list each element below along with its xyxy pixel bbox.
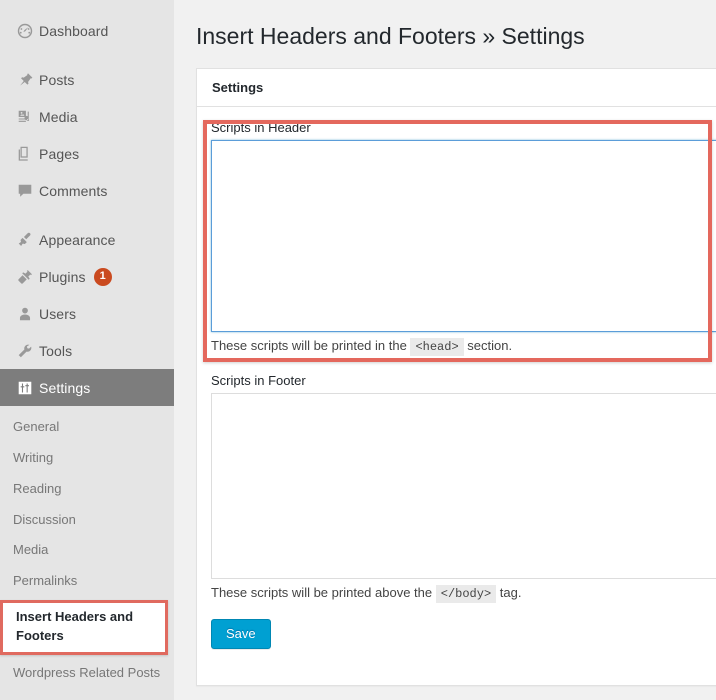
sidebar-item-media[interactable]: Media <box>0 98 174 135</box>
scripts-in-footer-label: Scripts in Footer <box>211 373 306 388</box>
sidebar-subitem-permalinks[interactable]: Permalinks <box>0 566 174 597</box>
sidebar-item-comments[interactable]: Comments <box>0 172 174 209</box>
user-icon <box>11 304 39 324</box>
scripts-in-footer-input[interactable] <box>211 393 716 579</box>
sidebar-item-label: Appearance <box>39 231 116 248</box>
scripts-in-footer-help: These scripts will be printed above the … <box>211 584 716 603</box>
sidebar-item-posts[interactable]: Posts <box>0 61 174 98</box>
sidebar-subitem-label: General <box>13 419 60 434</box>
sidebar-item-label: Settings <box>39 379 91 396</box>
sidebar-subitem-label: Discussion <box>13 511 76 527</box>
settings-card: Settings Scripts in Header These scripts… <box>196 68 716 686</box>
sidebar-subitem-label: Permalinks <box>13 573 78 589</box>
sidebar-subitem-reading[interactable]: Reading <box>0 474 174 505</box>
sidebar-subitem-insert-headers-and-footers[interactable]: Insert Headers and Footers <box>0 600 174 655</box>
pages-icon <box>11 144 39 164</box>
sliders-icon <box>11 378 39 398</box>
sidebar-menu-list: Dashboard Posts Media Pages Comments App… <box>0 0 174 697</box>
scripts-in-header-input[interactable] <box>211 140 716 332</box>
sidebar-item-label: Plugins <box>39 268 86 285</box>
wordpress-admin-screen: Dashboard Posts Media Pages Comments App… <box>0 0 716 700</box>
sidebar-subitem-label: Media <box>13 542 49 558</box>
admin-sidebar: Dashboard Posts Media Pages Comments App… <box>0 0 174 700</box>
sidebar-item-dashboard[interactable]: Dashboard <box>0 12 174 49</box>
sidebar-item-label: Dashboard <box>39 22 109 39</box>
page-title: Insert Headers and Footers » Settings <box>196 23 585 49</box>
help-suffix: tag. <box>499 585 522 600</box>
sidebar-item-settings[interactable]: Settings <box>0 369 174 406</box>
sidebar-item-label: Users <box>39 305 77 322</box>
sidebar-item-label: Tools <box>39 342 73 359</box>
scripts-in-header-label: Scripts in Header <box>211 120 311 135</box>
comment-icon <box>11 181 39 201</box>
help-suffix: section. <box>467 338 513 353</box>
sidebar-item-label: Comments <box>39 182 108 199</box>
tab-settings[interactable]: Settings <box>212 80 263 95</box>
sidebar-subitem-writing[interactable]: Writing <box>0 443 174 474</box>
sidebar-item-label: Pages <box>39 145 80 162</box>
dashboard-icon <box>11 21 39 41</box>
help-code-head: <head> <box>410 338 464 356</box>
card-body: Scripts in Header These scripts will be … <box>197 107 716 665</box>
sidebar-item-label: Posts <box>39 71 75 88</box>
sidebar-item-appearance[interactable]: Appearance <box>0 221 174 258</box>
main-content: Insert Headers and Footers » Settings Se… <box>174 0 716 700</box>
paintbrush-icon <box>11 230 39 250</box>
help-prefix: These scripts will be printed above the <box>211 585 433 600</box>
sidebar-subitem-media[interactable]: Media <box>0 535 174 566</box>
save-button[interactable]: Save <box>211 619 271 649</box>
sidebar-item-users[interactable]: Users <box>0 295 174 332</box>
sidebar-subitem-label: Reading <box>13 480 62 496</box>
help-code-body: </body> <box>435 585 497 603</box>
sidebar-subitem-label: Insert Headers and Footers <box>16 609 134 643</box>
card-tab-bar: Settings <box>197 69 716 107</box>
sidebar-item-plugins[interactable]: Plugins 1 <box>0 258 174 295</box>
sidebar-item-pages[interactable]: Pages <box>0 135 174 172</box>
plug-icon <box>11 267 39 287</box>
wrench-icon <box>11 341 39 361</box>
sidebar-subitem-general[interactable]: General <box>0 412 174 443</box>
settings-submenu: General Writing Reading Discussion Media… <box>0 406 174 697</box>
sidebar-subitem-label: Writing <box>13 449 54 465</box>
sidebar-subitem-wordpress-related-posts[interactable]: Wordpress Related Posts <box>0 658 174 689</box>
field-spacer <box>211 356 716 372</box>
highlight-annotation-box: Insert Headers and Footers <box>0 600 168 655</box>
sidebar-item-label: Media <box>39 108 78 125</box>
sidebar-spacer-top <box>0 0 174 12</box>
sidebar-subitem-label: Wordpress Related Posts <box>13 664 161 680</box>
pin-icon <box>11 70 39 90</box>
plugins-update-badge: 1 <box>93 267 112 286</box>
media-icon <box>11 107 39 127</box>
sidebar-subitem-discussion[interactable]: Discussion <box>0 505 174 536</box>
help-prefix: These scripts will be printed in the <box>211 338 407 353</box>
scripts-in-header-help: These scripts will be printed in the <he… <box>211 337 716 356</box>
sidebar-item-tools[interactable]: Tools <box>0 332 174 369</box>
